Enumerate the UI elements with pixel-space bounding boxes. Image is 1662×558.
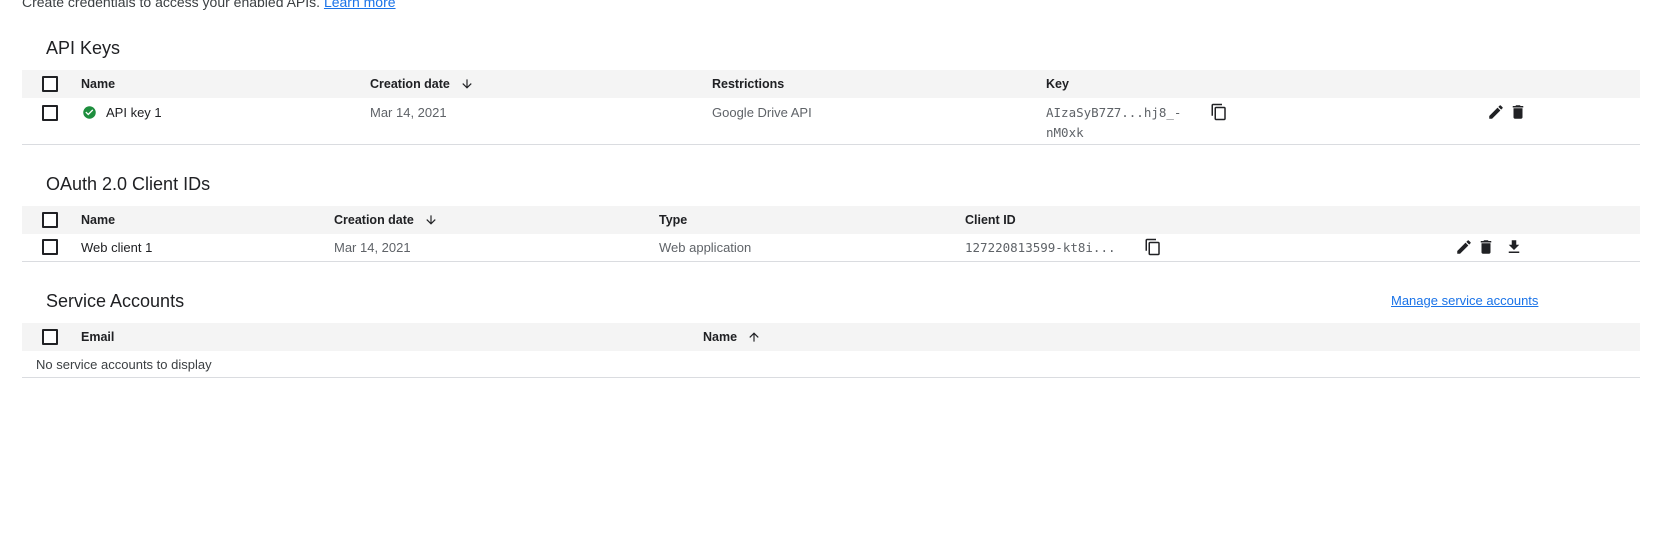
oauth-col-name[interactable]: Name	[81, 206, 115, 234]
arrow-up-icon	[749, 332, 759, 342]
credentials-page: Create credentials to access your enable…	[0, 0, 1662, 558]
service-accounts-col-name[interactable]: Name	[703, 323, 761, 351]
table-row: Web client 1 Mar 14, 2021 Web applicatio…	[22, 234, 1640, 262]
trash-icon[interactable]	[1509, 103, 1527, 121]
pencil-icon[interactable]	[1487, 103, 1505, 121]
oauth-creation-date: Mar 14, 2021	[334, 240, 411, 255]
oauth-col-client-id[interactable]: Client ID	[965, 206, 1016, 234]
api-keys-col-name[interactable]: Name	[81, 70, 115, 98]
pencil-icon[interactable]	[1455, 238, 1473, 256]
oauth-table-header: Name Creation date Type Client ID	[22, 206, 1640, 235]
service-accounts-empty-row: No service accounts to display	[22, 351, 1640, 378]
arrow-down-icon	[426, 215, 436, 225]
api-keys-select-all-checkbox[interactable]	[42, 76, 58, 92]
api-keys-table-header: Name Creation date Restrictions Key	[22, 70, 1640, 99]
api-keys-col-creation-date[interactable]: Creation date	[370, 70, 474, 98]
oauth-select-all-checkbox[interactable]	[42, 212, 58, 228]
learn-more-link[interactable]: Learn more	[324, 0, 396, 10]
service-accounts-col-email[interactable]: Email	[81, 323, 114, 351]
api-keys-title: API Keys	[46, 38, 121, 58]
oauth-col-type[interactable]: Type	[659, 206, 687, 234]
api-key-row-checkbox[interactable]	[42, 105, 58, 121]
copy-icon[interactable]	[1144, 238, 1162, 256]
oauth-col-creation-date[interactable]: Creation date	[334, 206, 438, 234]
api-key-value-line1: AIzaSyB7Z7...hj8_-	[1046, 105, 1182, 120]
api-keys-col-key[interactable]: Key	[1046, 70, 1069, 98]
api-key-creation-date: Mar 14, 2021	[370, 105, 447, 120]
service-accounts-select-all-checkbox[interactable]	[42, 329, 58, 345]
table-row: API key 1 Mar 14, 2021 Google Drive API …	[22, 98, 1640, 145]
check-circle-icon	[83, 106, 96, 119]
service-accounts-title: Service Accounts	[46, 291, 185, 311]
oauth-title: OAuth 2.0 Client IDs	[46, 174, 211, 194]
intro-description: Create credentials to access your enable…	[22, 0, 321, 10]
oauth-client-name-link[interactable]: Web client 1	[81, 240, 152, 255]
api-keys-col-restrictions[interactable]: Restrictions	[712, 70, 784, 98]
oauth-row-checkbox[interactable]	[42, 239, 58, 255]
trash-icon[interactable]	[1477, 238, 1495, 256]
api-key-name-link[interactable]: API key 1	[106, 105, 162, 120]
service-accounts-empty-message: No service accounts to display	[36, 357, 212, 372]
download-icon[interactable]	[1505, 238, 1523, 256]
api-key-value-line2: nM0xk	[1046, 125, 1084, 140]
api-key-restrictions: Google Drive API	[712, 105, 812, 120]
intro-text: Create credentials to access your enable…	[22, 0, 396, 10]
service-accounts-table-header: Email Name	[22, 323, 1640, 352]
oauth-client-id: 127220813599-kt8i...	[965, 240, 1116, 255]
arrow-down-icon	[462, 79, 472, 89]
oauth-type: Web application	[659, 240, 752, 255]
copy-icon[interactable]	[1210, 103, 1228, 121]
manage-service-accounts-link[interactable]: Manage service accounts	[1391, 293, 1538, 308]
